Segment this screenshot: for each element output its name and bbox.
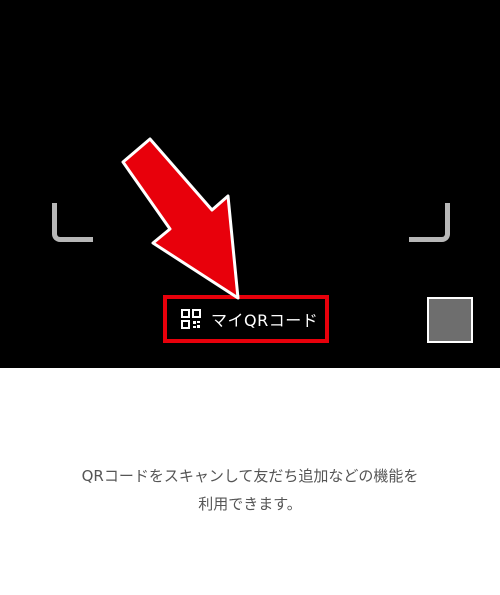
gallery-thumbnail-button[interactable] [427,297,473,343]
camera-viewfinder: マイQRコード [0,0,500,368]
scan-frame-corner-bottom-left [52,203,93,242]
description-line-1: QRコードをスキャンして友だち追加などの機能を [81,467,419,485]
scan-frame-corner-bottom-right [409,203,450,242]
my-qr-code-label: マイQRコード [211,311,319,330]
scan-description: QRコードをスキャンして友だち追加などの機能を 利用できます。 [0,462,500,518]
qr-code-icon [181,309,201,329]
qr-scanner-screen: マイQRコード QRコードをスキャンして友だち追加などの機能を 利用できます。 [0,0,500,595]
description-line-2: 利用できます。 [198,495,302,513]
my-qr-code-button[interactable]: マイQRコード [163,295,329,343]
